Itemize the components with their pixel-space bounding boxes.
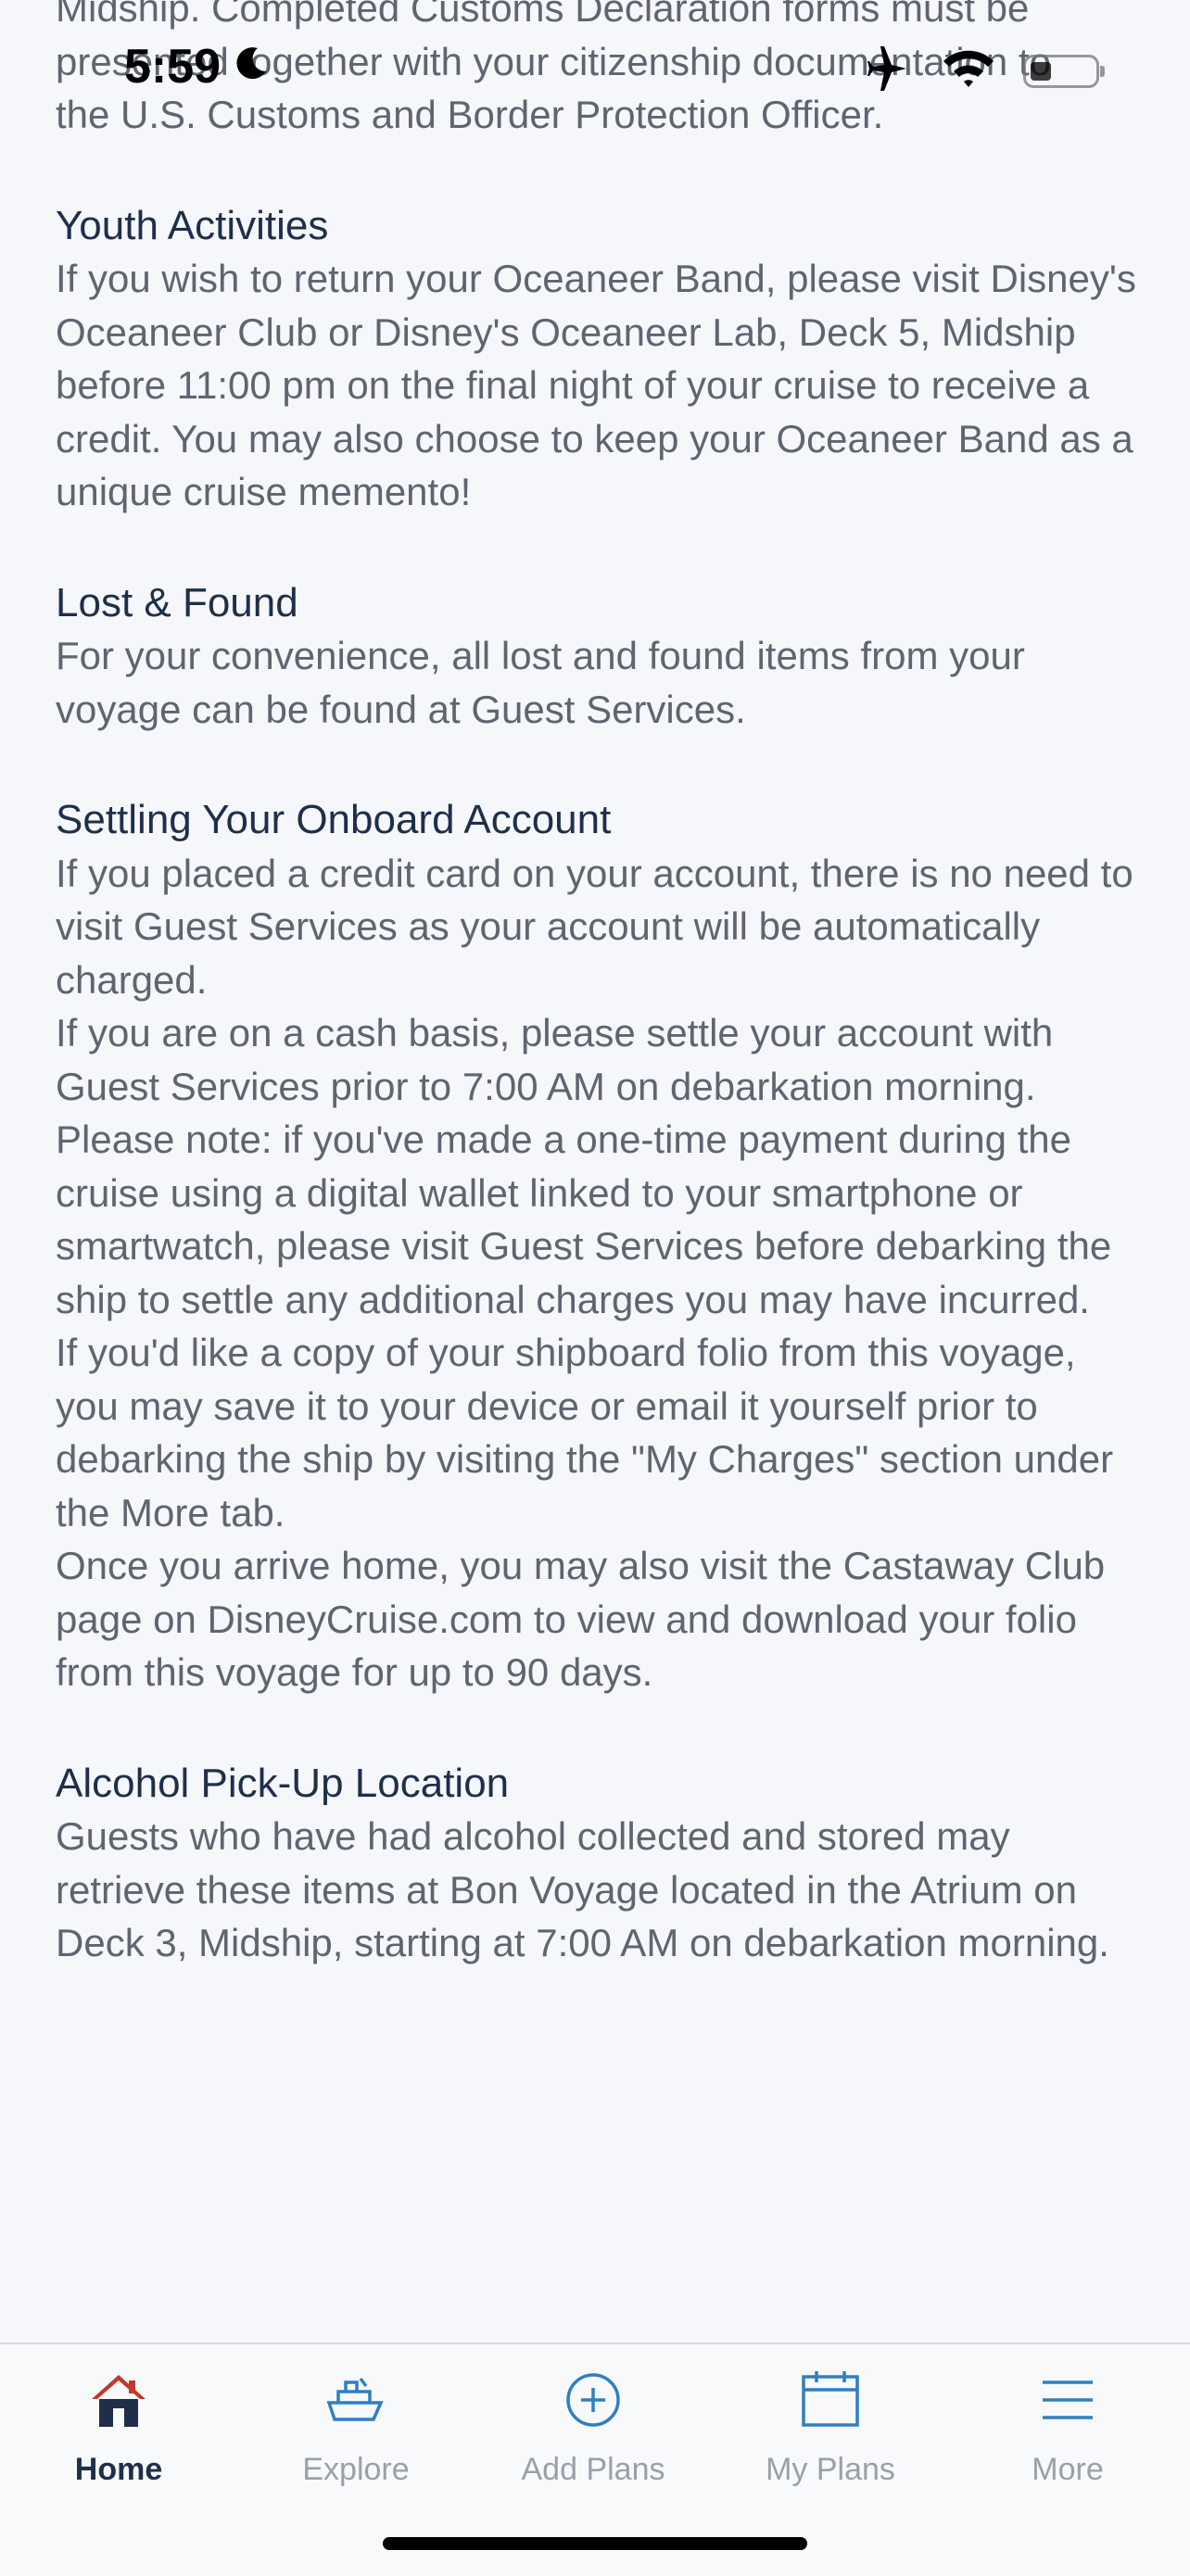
section-paragraph: Once you arrive home, you may also visit… (56, 1544, 1106, 1694)
intro-line: Midship. Completed Customs Declaration f… (56, 0, 1030, 30)
calendar-icon (793, 2363, 867, 2437)
airplane-icon (862, 46, 914, 95)
tab-label: More (1032, 2452, 1104, 2487)
tab-my-plans[interactable]: My Plans (712, 2363, 949, 2502)
tab-explore[interactable]: Explore (237, 2363, 475, 2502)
tab-home[interactable]: Home (0, 2363, 237, 2502)
tab-label: Explore (302, 2452, 410, 2487)
moon-icon (232, 39, 271, 95)
section-settling-account: Settling Your Onboard Account If you pla… (56, 793, 1140, 1699)
section-alcohol-pickup: Alcohol Pick-Up Location Guests who have… (56, 1757, 1140, 1970)
plus-circle-icon (556, 2363, 630, 2437)
clock-text: 5:59 (124, 40, 222, 94)
tab-more[interactable]: More (949, 2363, 1186, 2502)
section-title: Lost & Found (56, 579, 298, 625)
section-title: Youth Activities (56, 202, 329, 248)
intro-line: the U.S. Customs and Border Protection O… (56, 93, 884, 136)
section-paragraph: If you'd like a copy of your shipboard f… (56, 1331, 1114, 1534)
section-title: Alcohol Pick-Up Location (56, 1760, 510, 1806)
tab-label: My Plans (766, 2452, 895, 2487)
tab-label: Add Plans (521, 2452, 665, 2487)
menu-icon (1031, 2363, 1105, 2437)
section-title: Settling Your Onboard Account (56, 797, 612, 842)
section-lost-found: Lost & Found For your convenience, all l… (56, 576, 1140, 737)
battery-icon (1023, 54, 1105, 88)
section-paragraph: Guests who have had alcohol collected an… (56, 1814, 1109, 1964)
home-indicator (383, 2537, 807, 2550)
article-content: Midship. Completed Customs Declaration f… (56, 0, 1140, 2027)
status-indicators (862, 46, 1105, 95)
wifi-icon (942, 48, 995, 94)
home-icon (82, 2363, 156, 2437)
status-time: 5:59 (124, 39, 271, 95)
section-youth-activities: Youth Activities If you wish to return y… (56, 199, 1140, 519)
tab-label: Home (74, 2452, 163, 2487)
section-paragraph: For your convenience, all lost and found… (56, 634, 1025, 731)
ship-icon (319, 2363, 393, 2437)
section-paragraph: If you placed a credit card on your acco… (56, 851, 1133, 1002)
section-paragraph: If you wish to return your Oceaneer Band… (56, 257, 1136, 513)
tab-add-plans[interactable]: Add Plans (475, 2363, 712, 2502)
section-paragraph: If you are on a cash basis, please settl… (56, 1011, 1112, 1321)
